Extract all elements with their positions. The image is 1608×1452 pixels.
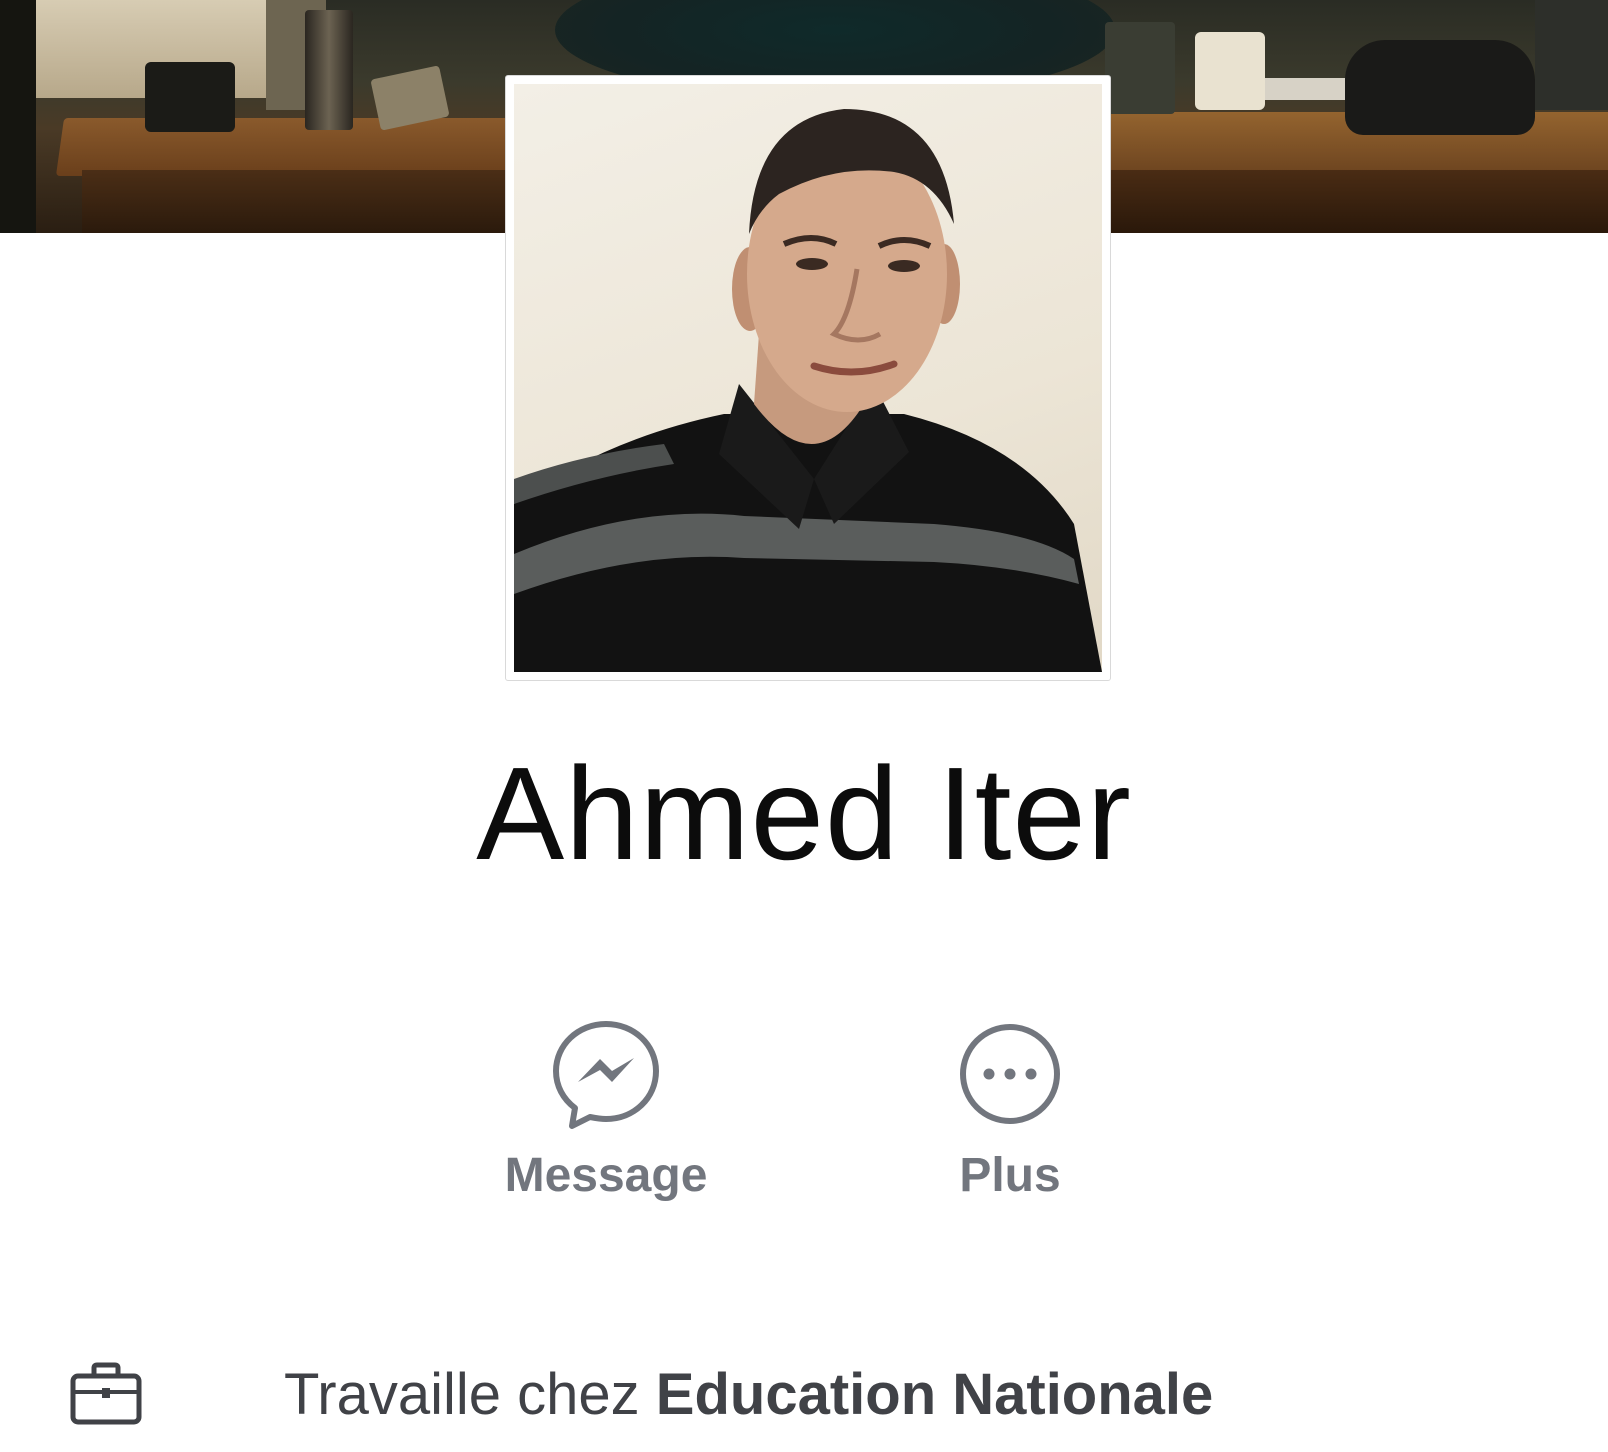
work-employer[interactable]: Education Nationale (656, 1362, 1214, 1427)
more-button[interactable]: Plus (880, 1018, 1140, 1208)
cover-object (1345, 40, 1535, 135)
more-dots-icon (960, 1024, 1060, 1124)
work-text: Travaille chez Education Nationale (284, 1361, 1213, 1428)
profile-picture[interactable] (514, 84, 1102, 672)
briefcase-icon (70, 1362, 142, 1425)
cover-desk-left-front (82, 170, 522, 233)
work-prefix: Travaille chez (284, 1361, 640, 1427)
message-label: Message (504, 1149, 708, 1202)
cover-object (1265, 78, 1345, 100)
messenger-icon (553, 1021, 659, 1129)
profile-page: Ahmed Iter Message Plus Travaille chez E… (0, 0, 1608, 1452)
cover-shadow (0, 0, 36, 233)
cover-object (1195, 32, 1265, 110)
cover-object (305, 10, 353, 130)
cover-wall-right (1535, 0, 1608, 110)
profile-name: Ahmed Iter (476, 740, 1132, 887)
cover-object (1105, 22, 1175, 114)
profile-picture-frame[interactable] (505, 75, 1111, 681)
cover-object (145, 62, 235, 132)
cover-desk-left (55, 118, 525, 176)
cover-desk-right-front (1100, 170, 1608, 233)
message-button[interactable]: Message (476, 1018, 736, 1208)
more-label: Plus (959, 1149, 1061, 1202)
work-info[interactable]: Travaille chez Education Nationale (70, 1356, 1213, 1432)
profile-picture-illustration (514, 109, 1102, 672)
